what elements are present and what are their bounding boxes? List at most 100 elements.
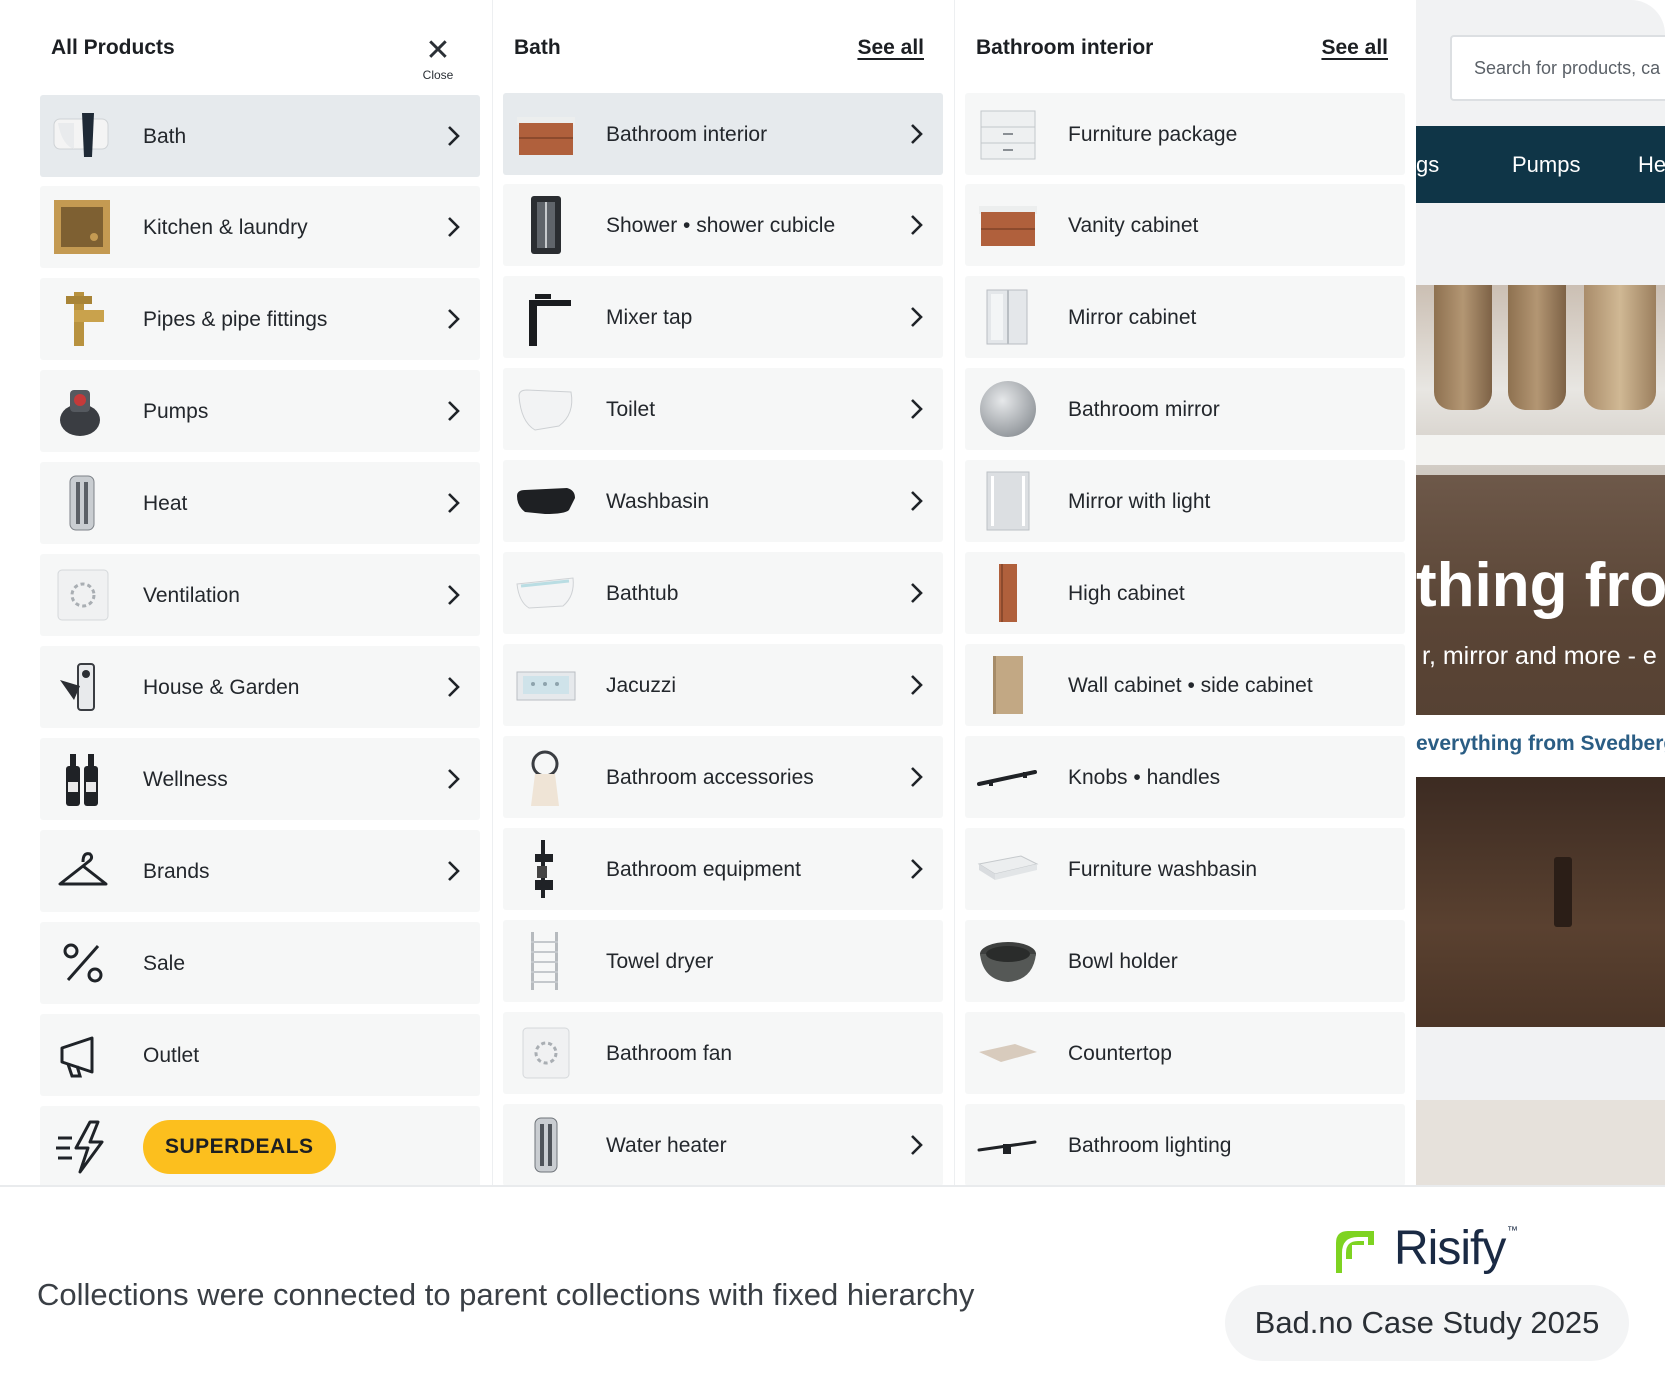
wall-cabinet-icon <box>993 656 1023 714</box>
menu-item-heat[interactable]: Heat <box>40 462 480 544</box>
nav-item-partial-right[interactable]: He <box>1638 152 1665 178</box>
menu-item-pumps[interactable]: Pumps <box>40 370 480 452</box>
see-all-link[interactable]: See all <box>857 36 924 60</box>
towel-dryer-icon <box>531 932 558 990</box>
menu-item-kitchen-laundry[interactable]: Kitchen & laundry <box>40 186 480 268</box>
menu-item-wellness[interactable]: Wellness <box>40 738 480 820</box>
menu-item-label: Vanity cabinet <box>1068 214 1199 237</box>
menu-item-bathroom-accessories[interactable]: Bathroom accessories <box>503 736 943 818</box>
menu-item-furniture-washbasin[interactable]: Furniture washbasin <box>965 828 1405 910</box>
menu-item-wall-cabinet[interactable]: Wall cabinet • side cabinet <box>965 644 1405 726</box>
menu-item-label: Kitchen & laundry <box>143 216 308 239</box>
hero-title: thing fror <box>1416 551 1665 620</box>
menu-item-bathroom-equipment[interactable]: Bathroom equipment <box>503 828 943 910</box>
menu-item-sale[interactable]: Sale <box>40 922 480 1004</box>
menu-item-knobs-handles[interactable]: Knobs • handles <box>965 736 1405 818</box>
chevron-right-icon <box>911 1135 923 1155</box>
menu-item-water-heater[interactable]: Water heater <box>503 1104 943 1185</box>
menu-item-label: Mirror cabinet <box>1068 306 1197 329</box>
menu-item-bathtub[interactable]: Bathtub <box>503 552 943 634</box>
menu-item-pipes[interactable]: Pipes & pipe fittings <box>40 278 480 360</box>
menu-item-label: Furniture washbasin <box>1068 858 1258 881</box>
menu-item-bathroom-fan[interactable]: Bathroom fan <box>503 1012 943 1094</box>
see-all-link[interactable]: See all <box>1321 36 1388 60</box>
menu-item-label: Countertop <box>1068 1042 1172 1065</box>
close-icon: ✕ <box>425 34 451 67</box>
menu-item-label: Bathroom mirror <box>1068 398 1220 421</box>
menu-item-label: Bathtub <box>606 582 679 605</box>
column-title: Bath <box>514 36 561 59</box>
menu-item-ventilation[interactable]: Ventilation <box>40 554 480 636</box>
column-title: All Products <box>51 36 175 59</box>
menu-column-all-products: All Products ✕ Close Bath Kitchen & laun… <box>30 0 490 1185</box>
bowl-basin-icon <box>980 942 1036 982</box>
menu-item-towel-dryer[interactable]: Towel dryer <box>503 920 943 1002</box>
mega-menu: All Products ✕ Close Bath Kitchen & laun… <box>0 0 1416 1185</box>
menu-item-washbasin[interactable]: Washbasin <box>503 460 943 542</box>
menu-item-brands[interactable]: Brands <box>40 830 480 912</box>
menu-item-label: Bath <box>143 125 187 148</box>
close-label: Close <box>422 68 454 82</box>
menu-item-bathroom-lighting[interactable]: Bathroom lighting <box>965 1104 1405 1185</box>
menu-column-bath: Bath See all Bathroom interior Shower • … <box>492 0 952 1185</box>
nav-item-partial[interactable]: gs <box>1416 152 1439 178</box>
menu-item-mixer-tap[interactable]: Mixer tap <box>503 276 943 358</box>
chevron-right-icon <box>448 126 460 146</box>
menu-item-mirror-cabinet[interactable]: Mirror cabinet <box>965 276 1405 358</box>
bathtub-icon <box>516 577 574 609</box>
site-search-input[interactable]: Search for products, ca <box>1450 35 1665 101</box>
chevron-right-icon <box>911 399 923 419</box>
lit-mirror-icon <box>986 471 1030 531</box>
brand-name: Risify <box>1394 1222 1506 1275</box>
towel-ring-icon <box>531 750 559 806</box>
menu-item-countertop[interactable]: Countertop <box>965 1012 1405 1094</box>
menu-item-bathroom-mirror[interactable]: Bathroom mirror <box>965 368 1405 450</box>
menu-item-house-garden[interactable]: House & Garden <box>40 646 480 728</box>
menu-item-label: High cabinet <box>1068 582 1185 605</box>
menu-item-mirror-with-light[interactable]: Mirror with light <box>965 460 1405 542</box>
chevron-right-icon <box>911 767 923 787</box>
menu-item-label: Bathroom accessories <box>606 766 814 789</box>
menu-item-label: Wellness <box>143 768 228 791</box>
vanity-cabinet-icon <box>517 117 575 155</box>
hero-drawer-image <box>1416 777 1665 1027</box>
menu-item-jacuzzi[interactable]: Jacuzzi <box>503 644 943 726</box>
caption-footer: Collections were connected to parent col… <box>0 1185 1665 1395</box>
hero-counter <box>1416 435 1665 465</box>
menu-item-superdeals[interactable]: SUPERDEALS <box>40 1106 480 1185</box>
menu-item-high-cabinet[interactable]: High cabinet <box>965 552 1405 634</box>
menu-item-bath[interactable]: Bath <box>40 95 480 177</box>
shower-cubicle-icon <box>531 196 561 254</box>
chevron-right-icon <box>448 861 460 881</box>
jacuzzi-icon <box>516 671 576 701</box>
menu-item-label: Bathroom lighting <box>1068 1134 1232 1157</box>
hero-bottle <box>1434 285 1492 410</box>
menu-item-furniture-package[interactable]: Furniture package <box>965 93 1405 175</box>
menu-item-vanity-cabinet[interactable]: Vanity cabinet <box>965 184 1405 266</box>
chevron-right-icon <box>911 583 923 603</box>
menu-item-label: Mirror with light <box>1068 490 1211 513</box>
kitchen-sink-icon <box>54 200 110 254</box>
menu-item-outlet[interactable]: Outlet <box>40 1014 480 1096</box>
chevron-right-icon <box>911 675 923 695</box>
hanger-icon <box>58 852 108 886</box>
bottles-icon <box>66 754 98 806</box>
close-button[interactable]: ✕ Close <box>418 36 458 84</box>
hero-banner[interactable]: thing fror r, mirror and more - e everyt… <box>1416 285 1665 1027</box>
menu-item-label: Jacuzzi <box>606 674 677 697</box>
screenshot-frame: Search for products, ca gs Pumps He thin… <box>0 0 1665 1395</box>
bath-basin-icon <box>53 113 109 157</box>
menu-item-bathroom-interior[interactable]: Bathroom interior <box>503 93 943 175</box>
chevron-right-icon <box>911 307 923 327</box>
hero-link-band[interactable]: everything from Svedberg <box>1416 715 1665 777</box>
menu-item-bowl-holder[interactable]: Bowl holder <box>965 920 1405 1002</box>
fan-icon <box>57 569 109 621</box>
percent-icon <box>63 943 103 983</box>
menu-item-shower[interactable]: Shower • shower cubicle <box>503 184 943 266</box>
nav-item-pumps[interactable]: Pumps <box>1512 152 1580 178</box>
chevron-right-icon <box>448 585 460 605</box>
lightning-icon <box>56 1120 104 1174</box>
menu-item-label: House & Garden <box>143 676 300 699</box>
menu-item-toilet[interactable]: Toilet <box>503 368 943 450</box>
menu-item-label: Wall cabinet • side cabinet <box>1068 674 1313 697</box>
